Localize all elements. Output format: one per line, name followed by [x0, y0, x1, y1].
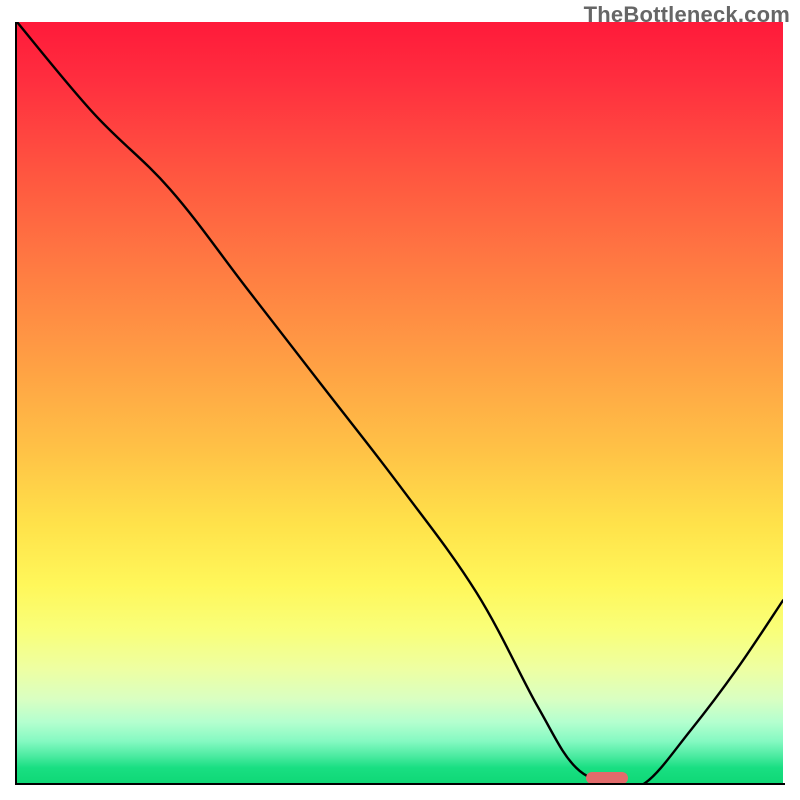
- y-axis: [15, 22, 17, 785]
- chart-wrapper: TheBottleneck.com: [0, 0, 800, 800]
- watermark-text: TheBottleneck.com: [584, 2, 790, 28]
- plot-area: [17, 22, 783, 783]
- x-axis: [15, 783, 785, 785]
- bottleneck-curve: [17, 22, 783, 783]
